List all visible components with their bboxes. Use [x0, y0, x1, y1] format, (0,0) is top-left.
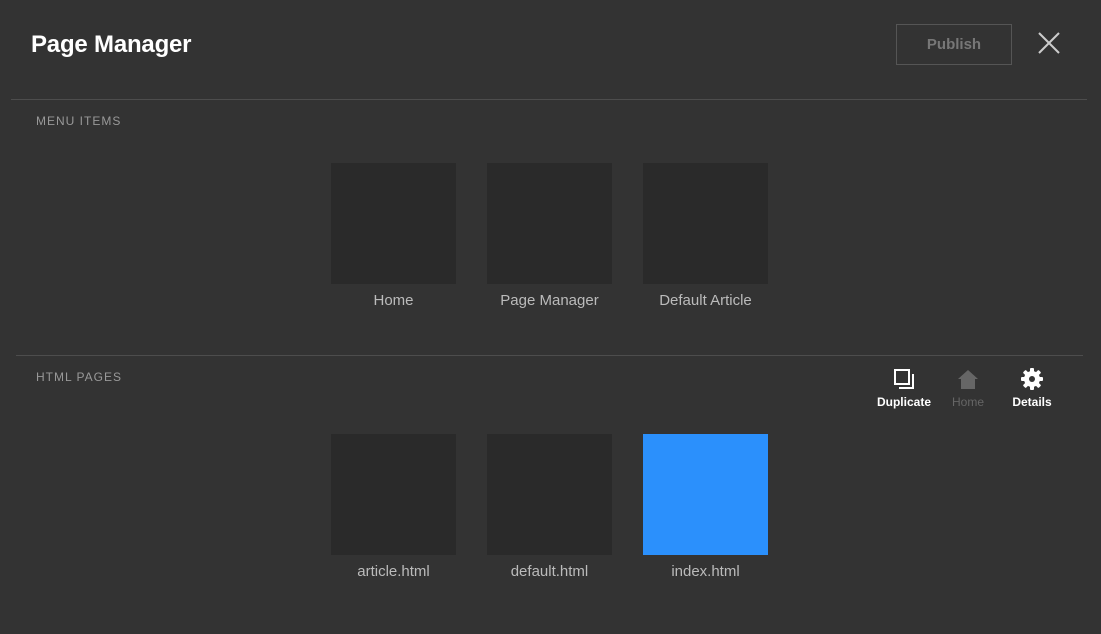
- menu-item-default-article[interactable]: Default Article: [643, 163, 768, 309]
- home-label: Home: [951, 395, 984, 409]
- section-divider: [16, 355, 1083, 356]
- menu-item-page-manager[interactable]: Page Manager: [487, 163, 612, 309]
- details-label: Details: [1012, 395, 1052, 409]
- publish-button[interactable]: Publish: [896, 24, 1012, 65]
- menu-items-grid: Home Page Manager Default Article: [331, 163, 768, 309]
- thumbnail[interactable]: [331, 163, 456, 284]
- thumbnail[interactable]: [643, 163, 768, 284]
- tile-label: index.html: [671, 563, 740, 580]
- duplicate-button[interactable]: Duplicate: [872, 367, 936, 409]
- tile-label: default.html: [510, 563, 589, 580]
- tile-label: Page Manager: [500, 292, 599, 309]
- home-icon: [956, 367, 980, 391]
- details-button[interactable]: Details: [1000, 367, 1064, 409]
- page-toolbar: Duplicate Home Details: [872, 367, 1064, 409]
- tile-label: Default Article: [659, 292, 752, 309]
- page-title: Page Manager: [31, 31, 192, 58]
- duplicate-label: Duplicate: [876, 395, 931, 409]
- close-icon[interactable]: [1036, 30, 1062, 56]
- thumbnail-selected[interactable]: [643, 434, 768, 555]
- tile-label: article.html: [357, 563, 430, 580]
- duplicate-icon: [892, 367, 916, 391]
- html-page-article[interactable]: article.html: [331, 434, 456, 580]
- gear-icon: [1020, 367, 1044, 391]
- html-page-default[interactable]: default.html: [487, 434, 612, 580]
- header-divider: [11, 99, 1087, 100]
- thumbnail[interactable]: [487, 434, 612, 555]
- thumbnail[interactable]: [331, 434, 456, 555]
- home-button[interactable]: Home: [936, 367, 1000, 409]
- html-pages-section-label: HTML PAGES: [36, 370, 123, 384]
- html-page-index[interactable]: index.html: [643, 434, 768, 580]
- menu-item-home[interactable]: Home: [331, 163, 456, 309]
- menu-items-section-label: MENU ITEMS: [36, 114, 122, 128]
- html-pages-grid: article.html default.html index.html: [331, 434, 768, 580]
- tile-label: Home: [373, 292, 414, 309]
- thumbnail[interactable]: [487, 163, 612, 284]
